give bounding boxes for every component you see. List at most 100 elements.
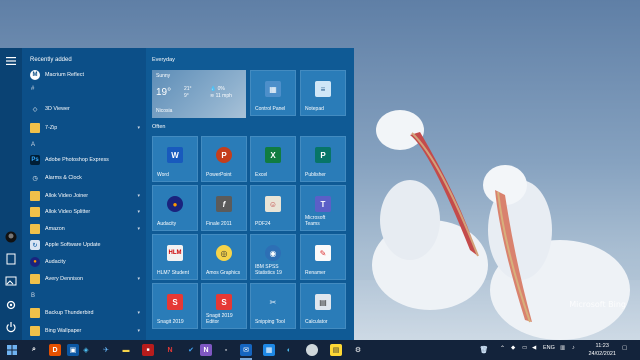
photoshop-express-icon: Ps [30, 155, 40, 165]
audacity-icon: ● [30, 257, 40, 267]
notifications-icon[interactable]: ▢ [622, 345, 627, 351]
finale-icon: f [216, 196, 232, 212]
tile-ibm-spss[interactable]: ◉ IBM SPSS Statistics 19 [250, 234, 296, 280]
word-icon: W [167, 147, 183, 163]
clock-date: 24/02/2021 [588, 351, 616, 357]
settings-icon[interactable] [4, 298, 18, 312]
sticky-notes-icon[interactable]: ▤ [330, 344, 342, 356]
volume-icon[interactable]: ◀ [532, 345, 536, 351]
list-item-amazon[interactable]: Amazon ▾ [22, 222, 146, 236]
chevron-down-icon: ▾ [137, 209, 140, 215]
calendar-icon[interactable]: ▦ [263, 344, 275, 356]
taskbar-app-orange-icon[interactable]: D [49, 344, 61, 356]
snagit-editor-icon: S [216, 294, 232, 310]
list-item-allok-video-joiner[interactable]: Allok Video Joiner ▾ [22, 189, 146, 203]
list-item-backup-thunderbird[interactable]: Backup Thunderbird ▾ [22, 306, 146, 320]
folder-icon [30, 191, 40, 201]
chevron-down-icon: ▾ [137, 276, 140, 282]
weather-hilo: 21° 9° [184, 86, 192, 99]
tile-excel[interactable]: X Excel [250, 136, 296, 182]
tile-amos-graphics[interactable]: ◎ Amos Graphics [201, 234, 247, 280]
tile-powerpoint[interactable]: P PowerPoint [201, 136, 247, 182]
shield-icon[interactable]: ◆ [511, 345, 515, 351]
teams-icon: T [315, 196, 331, 212]
group-title-everyday[interactable]: Everyday [152, 57, 175, 63]
tile-word[interactable]: W Word [152, 136, 198, 182]
tile-renamer[interactable]: ✎ Renamer [300, 234, 346, 280]
macrium-icon: M [30, 70, 40, 80]
tile-finale-2011[interactable]: f Finale 2011 [201, 185, 247, 231]
tile-snagit-2019-editor[interactable]: S Snagit 2019 Editor [201, 283, 247, 329]
audacity-icon: ● [167, 196, 183, 212]
battery-icon[interactable]: ▭ [522, 345, 527, 351]
list-item-audacity[interactable]: ● Audacity [22, 255, 146, 269]
excel-icon: X [265, 147, 281, 163]
taskbar-app-blue-icon[interactable]: ▣ [67, 344, 79, 356]
language-indicator[interactable]: ENG [543, 345, 555, 351]
folder-icon [30, 224, 40, 234]
search-icon[interactable]: ⌕ [28, 344, 40, 356]
mail-icon[interactable]: ✉ [240, 344, 252, 356]
pictures-icon[interactable] [4, 274, 18, 288]
taskbar-clock[interactable]: 11:23 24/02/2021 [588, 342, 616, 358]
speaker-icon[interactable]: ♪ [572, 345, 575, 351]
list-item-allok-video-splitter[interactable]: Allok Video Splitter ▾ [22, 205, 146, 219]
user-avatar-icon[interactable] [4, 230, 18, 244]
list-item-macrium-reflect[interactable]: M Macrium Reflect [22, 68, 146, 82]
wind-icon: ≋ [210, 93, 215, 99]
taskbar-app-tool-icon[interactable]: ✈ [100, 344, 112, 356]
taskbar-app-small-icon[interactable]: ▫ [220, 344, 232, 356]
app-list: Recently added M Macrium Reflect # ◇ 3D … [22, 48, 146, 340]
settings-taskbar-icon[interactable]: ⚙ [352, 344, 364, 356]
power-icon[interactable] [4, 320, 18, 334]
todo-icon[interactable]: ✔ [185, 344, 197, 356]
group-title-often[interactable]: Often [152, 124, 165, 130]
taskbar-app-red-icon[interactable]: ■ [142, 344, 154, 356]
powerpoint-icon: P [216, 147, 232, 163]
network-icon[interactable]: ▥ [560, 345, 565, 351]
folder-icon [30, 274, 40, 284]
letter-header-hash[interactable]: # [31, 86, 34, 92]
tray-chevron-icon[interactable]: ⌃ [500, 345, 505, 352]
tile-publisher[interactable]: P Publisher [300, 136, 346, 182]
hlm7-icon: HLM [167, 245, 183, 261]
hamburger-menu-icon[interactable] [4, 54, 18, 68]
taskbar: ⌕ D ▣ ◈ ✈ ▬ ■ N ✔ N ▫ ✉ ▦ ◐ ▤ ⚙ 🗑 ⌃ ◆ ▭ … [0, 340, 640, 360]
tile-control-panel[interactable]: ▦ Control Panel [250, 70, 296, 116]
tile-calculator[interactable]: ▤ Calculator [300, 283, 346, 329]
list-item-7-zip[interactable]: 7-Zip ▾ [22, 121, 146, 135]
weather-temp: 19° [156, 87, 172, 98]
taskbar-app-cyan-icon[interactable]: ◈ [80, 344, 92, 356]
tile-snipping-tool[interactable]: ✂ Snipping Tool [250, 283, 296, 329]
tile-audacity[interactable]: ● Audacity [152, 185, 198, 231]
file-explorer-icon[interactable]: ▬ [120, 344, 132, 356]
list-item-bing-wallpaper[interactable]: Bing Wallpaper ▾ [22, 324, 146, 338]
tile-microsoft-teams[interactable]: T Microsoft Teams [300, 185, 346, 231]
control-panel-icon: ▦ [265, 81, 281, 97]
onenote-icon[interactable]: N [200, 344, 212, 356]
apple-update-icon: ↻ [30, 240, 40, 250]
tile-snagit-2019[interactable]: S Snagit 2019 [152, 283, 198, 329]
list-item-apple-software-update[interactable]: ↻ Apple Software Update [22, 238, 146, 252]
snagit-icon: S [167, 294, 183, 310]
tile-notepad[interactable]: ≡ Notepad [300, 70, 346, 116]
start-rail [0, 48, 22, 340]
edge-icon[interactable]: ◐ [283, 344, 295, 356]
tile-pdf24[interactable]: ☺ PDF24 [250, 185, 296, 231]
weather-tile[interactable]: Sunny 19° 21° 9° 💧 0% ≋ 11 mph Nicosia [152, 70, 246, 118]
start-button[interactable] [6, 344, 18, 356]
list-item-avery-dennison[interactable]: Avery Dennison ▾ [22, 272, 146, 286]
documents-icon[interactable] [4, 252, 18, 266]
taskbar-app-grey-icon[interactable] [306, 344, 318, 356]
recycle-bin-icon[interactable]: 🗑 [478, 344, 490, 356]
publisher-icon: P [315, 147, 331, 163]
bing-watermark: Microsoft Bing [569, 300, 626, 309]
netflix-icon[interactable]: N [164, 344, 176, 356]
chevron-down-icon: ▾ [137, 310, 140, 316]
letter-header-b[interactable]: B [31, 293, 35, 299]
list-item-adobe-photoshop-express[interactable]: Ps Adobe Photoshop Express [22, 153, 146, 167]
list-item-3d-viewer[interactable]: ◇ 3D Viewer [22, 102, 146, 116]
letter-header-a[interactable]: A [31, 142, 35, 148]
list-item-alarms-clock[interactable]: ◷ Alarms & Clock [22, 171, 146, 185]
tile-hlm7-student[interactable]: HLM HLM7 Student [152, 234, 198, 280]
